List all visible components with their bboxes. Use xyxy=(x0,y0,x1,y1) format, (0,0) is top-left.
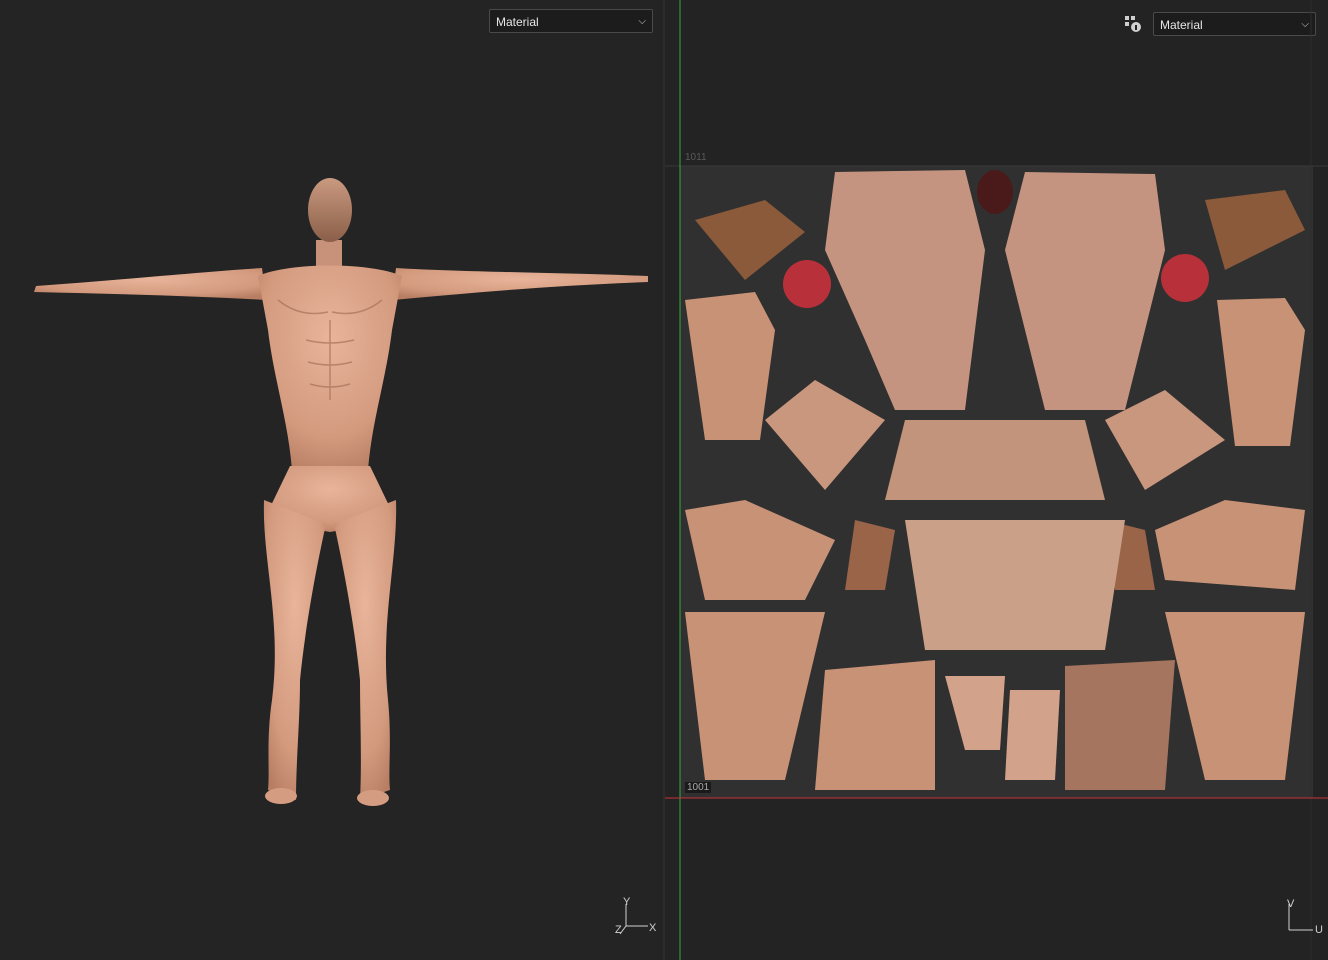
head xyxy=(308,178,352,242)
viewport-uv-editor[interactable]: Material ⌵ 1011 1001 V U xyxy=(665,0,1328,960)
viewport-3d[interactable]: Material ⌵ Y Z X xyxy=(0,0,663,960)
axis-label-x: X xyxy=(649,922,657,934)
axis-label-z: Z xyxy=(615,924,622,936)
axis-label-u: U xyxy=(1315,924,1323,936)
left-arm xyxy=(34,268,266,300)
app-window: Material ⌵ Y Z X Material ⌵ 1011 1001 V … xyxy=(0,0,1328,960)
right-arm xyxy=(392,268,648,300)
left-foot xyxy=(265,788,297,804)
axis-label-y: Y xyxy=(623,896,631,908)
uv-canvas xyxy=(665,0,1328,960)
tile-label-bottom: 1001 xyxy=(685,782,712,793)
neck xyxy=(316,240,342,270)
right-foot xyxy=(357,790,389,806)
right-leg xyxy=(334,500,397,800)
axis-label-v: V xyxy=(1287,898,1295,910)
left-leg xyxy=(263,500,326,800)
character-model xyxy=(34,178,648,806)
tile-label-top: 1011 xyxy=(685,152,707,163)
